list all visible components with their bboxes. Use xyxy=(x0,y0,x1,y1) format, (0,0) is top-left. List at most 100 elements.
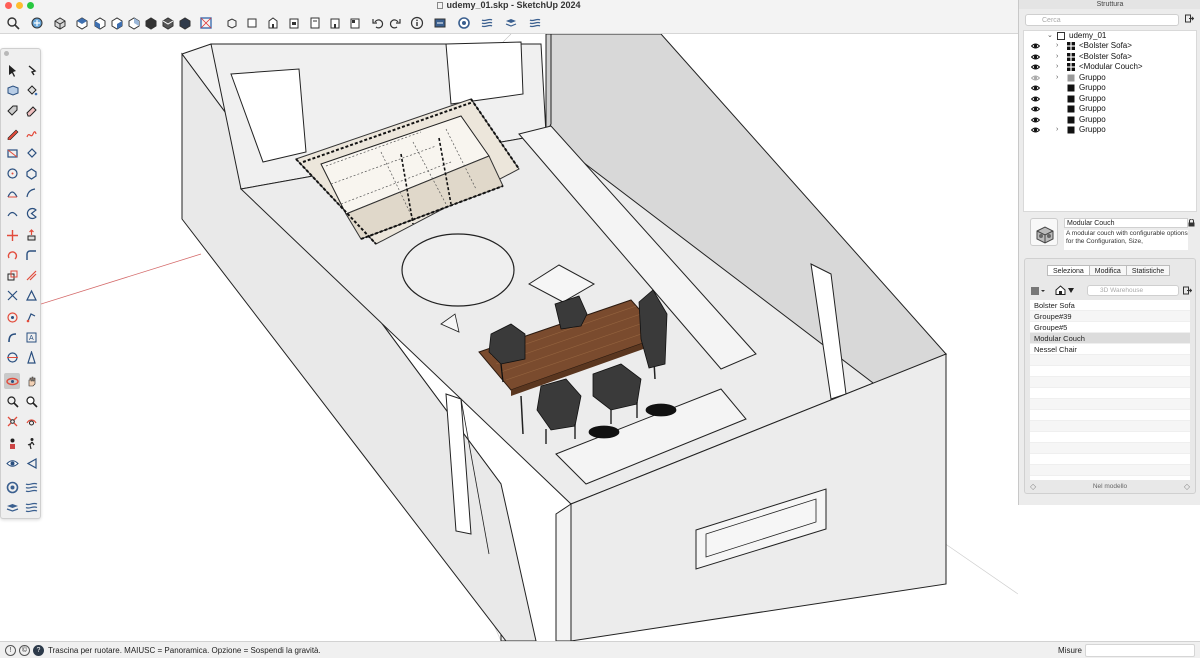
component-list-item[interactable]: Modular Couch xyxy=(1030,333,1190,344)
three-point-arc-tool[interactable] xyxy=(4,205,20,221)
entity-name-field[interactable]: Modular Couch xyxy=(1064,218,1188,228)
component-list-item[interactable]: Nessel Chair xyxy=(1030,344,1190,355)
select-tool[interactable] xyxy=(4,62,20,78)
zoom-tool[interactable] xyxy=(4,393,20,409)
section-display-tool[interactable] xyxy=(23,455,39,471)
layers-tool[interactable] xyxy=(4,499,20,515)
wireframe-button[interactable] xyxy=(224,15,239,30)
front-view-button[interactable] xyxy=(92,15,107,30)
eraser-tool[interactable] xyxy=(23,102,39,118)
section-plane-tool[interactable] xyxy=(4,349,20,365)
protractor-tool[interactable] xyxy=(4,309,20,325)
outliner-item[interactable]: Gruppo xyxy=(1024,94,1196,104)
paint-bucket-tool[interactable] xyxy=(23,82,39,98)
freehand-tool[interactable] xyxy=(23,125,39,141)
component-button[interactable] xyxy=(29,15,44,30)
component-list-item[interactable]: Groupe#39 xyxy=(1030,311,1190,322)
top-view-button[interactable] xyxy=(74,15,89,30)
warehouse-tool[interactable] xyxy=(4,479,20,495)
circle-tool[interactable] xyxy=(4,165,20,181)
tab-statistiche[interactable]: Statistiche xyxy=(1125,265,1171,276)
chevron-right-icon[interactable]: › xyxy=(1056,126,1062,133)
hidden-line-button[interactable] xyxy=(244,15,259,30)
lock-icon[interactable] xyxy=(1188,219,1195,227)
follow-me-tool[interactable] xyxy=(23,247,39,263)
section-plane-button[interactable] xyxy=(198,15,213,30)
3d-text-tool[interactable]: A xyxy=(23,329,39,345)
scale-tool[interactable] xyxy=(4,267,20,283)
shaded-button[interactable] xyxy=(265,15,280,30)
right-view-button[interactable] xyxy=(109,15,124,30)
polygon-tool[interactable] xyxy=(23,165,39,181)
view-options-icon[interactable] xyxy=(1031,286,1045,296)
zoom-extents-tool[interactable] xyxy=(4,413,20,429)
push-pull-tool[interactable] xyxy=(23,227,39,243)
measurements-input[interactable] xyxy=(1085,644,1195,657)
entity-description[interactable]: A modular couch with configurable option… xyxy=(1064,230,1188,250)
sandbox-button[interactable] xyxy=(479,15,494,30)
forward-arrow-icon[interactable]: ◇ xyxy=(1184,482,1190,492)
outliner-item[interactable]: › <Bolster Sofa> xyxy=(1024,52,1196,62)
position-camera-tool[interactable] xyxy=(4,435,20,451)
dimension-tool[interactable] xyxy=(23,287,39,303)
chevron-down-icon[interactable] xyxy=(1068,288,1074,293)
look-around-tool[interactable] xyxy=(4,455,20,471)
line-tool[interactable] xyxy=(4,125,20,141)
zoom-window-tool[interactable] xyxy=(23,393,39,409)
chevron-right-icon[interactable]: › xyxy=(1056,74,1062,81)
outliner-item[interactable]: › Gruppo xyxy=(1024,73,1196,83)
export-icon[interactable] xyxy=(1185,14,1194,23)
textured-button[interactable] xyxy=(286,15,301,30)
eye-icon[interactable] xyxy=(1031,95,1040,103)
rectangle-tool[interactable] xyxy=(4,145,20,161)
outliner-item[interactable]: Gruppo xyxy=(1024,104,1196,114)
arc-tool[interactable] xyxy=(4,185,20,201)
chevron-right-icon[interactable]: › xyxy=(1056,42,1062,49)
pan-tool[interactable] xyxy=(23,373,39,389)
back-view-button[interactable] xyxy=(126,15,141,30)
component-list-item[interactable]: Bolster Sofa xyxy=(1030,300,1190,311)
monochrome-button[interactable] xyxy=(307,15,322,30)
undo-button[interactable] xyxy=(370,15,385,30)
geo-location-icon[interactable]: ! xyxy=(5,645,16,656)
tab-seleziona[interactable]: Seleziona xyxy=(1047,265,1090,276)
outliner-item[interactable]: › <Modular Couch> xyxy=(1024,62,1196,72)
3d-warehouse-button[interactable] xyxy=(456,15,471,30)
left-view-button[interactable] xyxy=(143,15,158,30)
chevron-right-icon[interactable]: › xyxy=(1056,63,1062,70)
back-arrow-icon[interactable]: ◇ xyxy=(1030,482,1036,492)
previous-view-tool[interactable] xyxy=(23,413,39,429)
chevron-down-icon[interactable]: ⌄ xyxy=(1047,32,1053,39)
component-list-item[interactable]: Groupe#5 xyxy=(1030,322,1190,333)
move-tool[interactable] xyxy=(4,227,20,243)
eye-icon[interactable] xyxy=(1031,105,1040,113)
warehouse-search-input[interactable]: 3D Warehouse xyxy=(1087,285,1179,296)
styles-tool[interactable] xyxy=(23,499,39,515)
tab-modifica[interactable]: Modifica xyxy=(1088,265,1127,276)
make-component-tool[interactable] xyxy=(4,82,20,98)
offset-tool[interactable] xyxy=(23,267,39,283)
tag-tool[interactable] xyxy=(4,102,20,118)
outliner-button[interactable] xyxy=(527,15,542,30)
outliner-item[interactable]: › <Bolster Sofa> xyxy=(1024,41,1196,51)
search-button[interactable] xyxy=(5,15,20,30)
bottom-view-button[interactable] xyxy=(160,15,175,30)
text-tool[interactable] xyxy=(4,329,20,345)
eye-icon[interactable] xyxy=(1031,42,1040,50)
eye-icon[interactable] xyxy=(1031,53,1040,61)
eye-icon[interactable] xyxy=(1031,84,1040,92)
paint-tool[interactable] xyxy=(23,349,39,365)
axes-tool[interactable] xyxy=(23,309,39,325)
walk-tool[interactable] xyxy=(23,435,39,451)
redo-button[interactable] xyxy=(387,15,402,30)
two-point-arc-tool[interactable] xyxy=(23,185,39,201)
details-arrow-icon[interactable] xyxy=(1183,286,1192,295)
entity-info-button[interactable] xyxy=(409,15,424,30)
lasso-tool[interactable] xyxy=(23,62,39,78)
palette-close-dot[interactable] xyxy=(4,51,9,56)
3d-viewport[interactable] xyxy=(41,34,1018,641)
eye-icon[interactable] xyxy=(1031,74,1040,82)
layers-button[interactable] xyxy=(503,15,518,30)
pie-tool[interactable] xyxy=(23,205,39,221)
outliner-search-input[interactable]: Cerca xyxy=(1025,14,1179,26)
